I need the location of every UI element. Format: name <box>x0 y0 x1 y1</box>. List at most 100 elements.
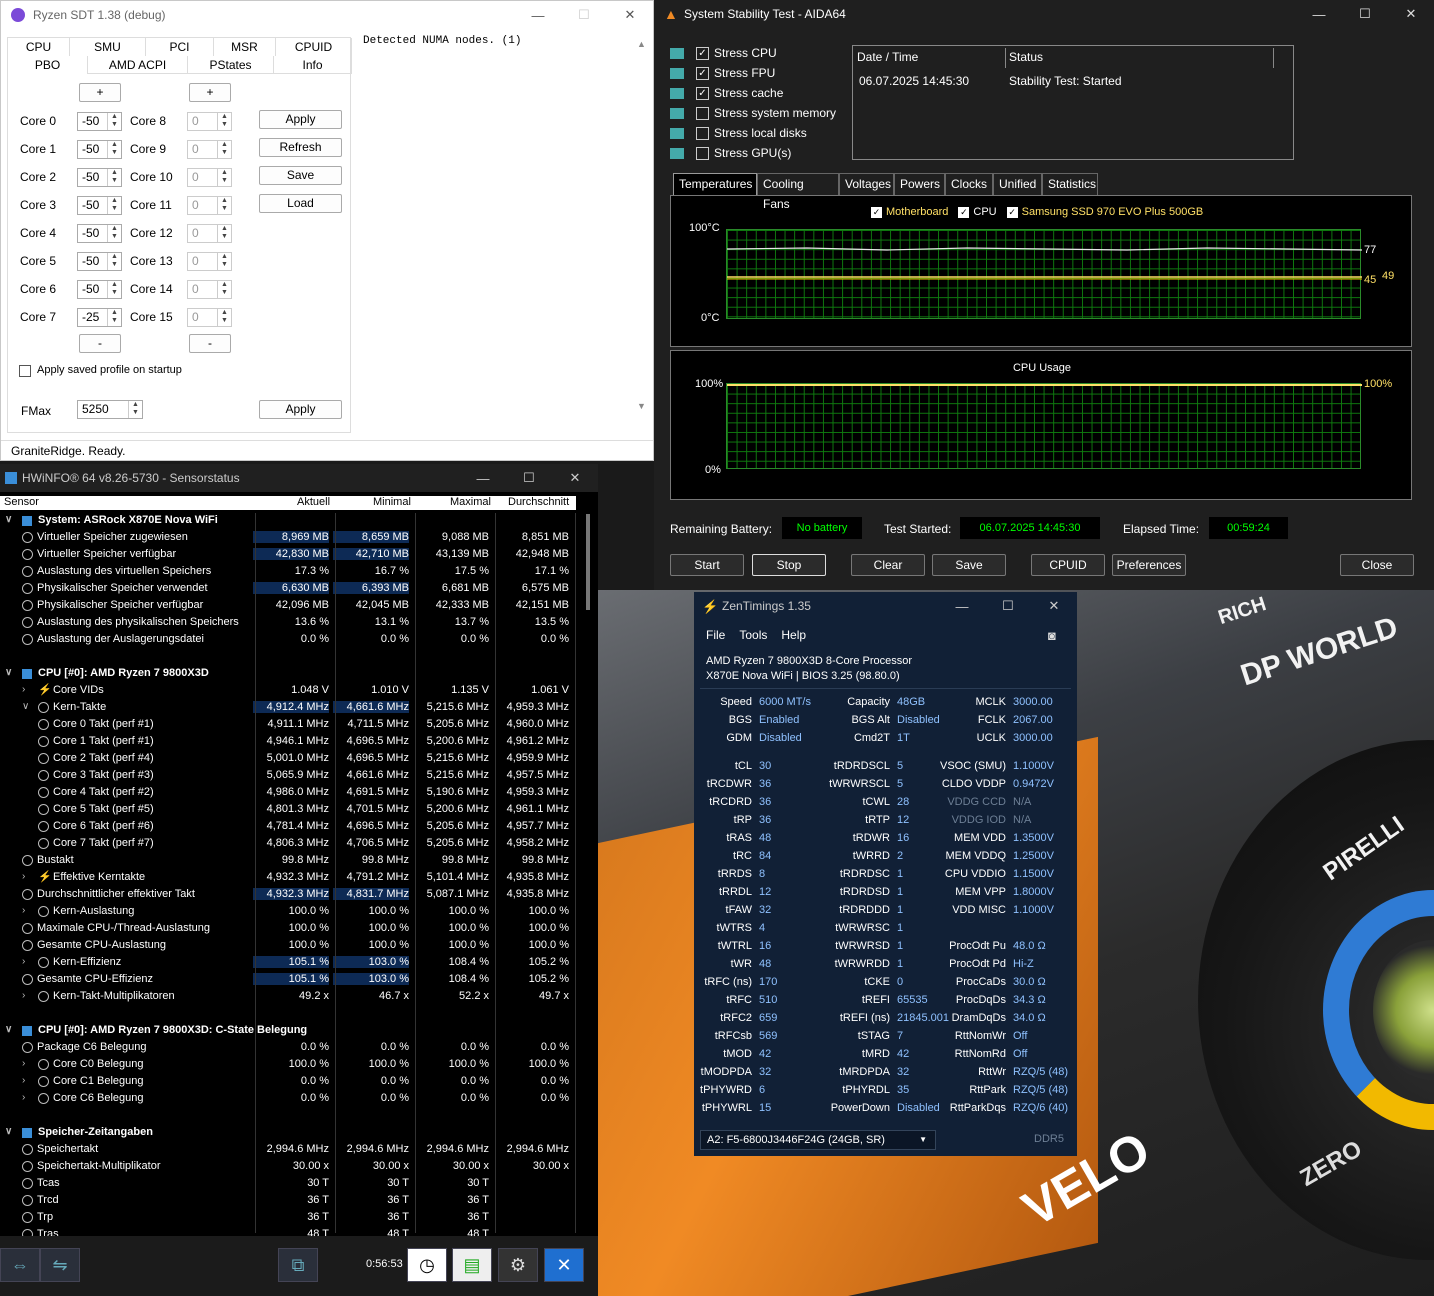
core-offset-spinner[interactable]: -50 ▲ ▼ <box>77 252 122 271</box>
decrement-all-button-left[interactable]: - <box>79 334 121 353</box>
menu-help[interactable]: Help <box>781 628 806 642</box>
maximize-icon[interactable]: ☐ <box>985 592 1031 620</box>
apply-button[interactable]: Apply <box>259 110 342 129</box>
save-button[interactable]: Save <box>259 166 342 185</box>
apply-startup-checkbox[interactable] <box>19 365 31 377</box>
stop-button[interactable]: Stop <box>752 554 826 576</box>
sensor-group-header[interactable]: ∨ CPU [#0]: AMD Ryzen 7 9800X3D <box>0 666 576 683</box>
sensor-row[interactable]: Virtueller Speicher verfügbar 42,830 MB 42… <box>0 547 576 564</box>
tab-pstates[interactable]: PStates <box>188 56 274 74</box>
save-button[interactable]: Save <box>932 554 1006 576</box>
sensor-row[interactable]: Core 3 Takt (perf #3) 5,065.9 MHz 4,661.6 … <box>0 768 576 785</box>
core-offset-spinner[interactable]: 0 ▲ ▼ <box>187 140 232 159</box>
sensor-row[interactable]: › ⚡ Core VIDs 1.048 V 1.010 V 1.135 V 1.061 V <box>0 683 576 700</box>
sensor-row[interactable]: Auslastung des virtuellen Speichers 17.3 … <box>0 564 576 581</box>
core-offset-spinner[interactable]: 0 ▲ ▼ <box>187 196 232 215</box>
menu-tools[interactable]: Tools <box>739 628 767 642</box>
collapse-chevron-icon[interactable]: ∨ <box>22 701 29 712</box>
spinner-arrows-icon[interactable]: ▲ ▼ <box>128 401 142 418</box>
core-offset-spinner[interactable]: 0 ▲ ▼ <box>187 308 232 327</box>
spinner-arrows-icon[interactable]: ▲ ▼ <box>107 141 121 158</box>
sensor-row[interactable]: Physikalischer Speicher verwendet 6,630 M… <box>0 581 576 598</box>
sensor-row[interactable]: Maximale CPU-/Thread-Auslastung 100.0 % 10… <box>0 921 576 938</box>
close-button[interactable]: Close <box>1340 554 1414 576</box>
scrollbar-thumb[interactable] <box>586 514 590 610</box>
stress-option[interactable]: Stress GPU(s) <box>670 146 791 160</box>
sensor-group-header[interactable]: ∨ Speicher-Zeitangaben <box>0 1125 576 1142</box>
sensor-row[interactable]: Gesamte CPU-Effizienz 105.1 % 103.0 % 108.4… <box>0 972 576 989</box>
spinner-arrows-icon[interactable]: ▲ ▼ <box>217 253 231 270</box>
core-offset-spinner[interactable]: 0 ▲ ▼ <box>187 224 232 243</box>
core-offset-spinner[interactable]: 0 ▲ ▼ <box>187 252 232 271</box>
spinner-arrows-icon[interactable]: ▲ ▼ <box>217 225 231 242</box>
increment-all-button-right[interactable]: + <box>189 83 231 102</box>
clock-icon[interactable]: ◷ <box>407 1248 447 1282</box>
sensor-row[interactable]: › ⚡ Effektive Kerntakte 4,932.3 MHz 4,791.2 … <box>0 870 576 887</box>
sensor-row[interactable]: Core 0 Takt (perf #1) 4,911.1 MHz 4,711.5 … <box>0 717 576 734</box>
sensor-row[interactable]: Bustakt 99.8 MHz 99.8 MHz 99.8 MHz 99.8 MHz <box>0 853 576 870</box>
load-button[interactable]: Load <box>259 194 342 213</box>
expand-chevron-icon[interactable]: › <box>22 1058 25 1069</box>
log-file-icon[interactable]: ▤ <box>452 1248 492 1282</box>
stress-checkbox[interactable]: ✓ <box>696 66 709 80</box>
legend-cpu[interactable]: ✓ CPU <box>958 206 997 218</box>
spinner-arrows-icon[interactable]: ▲ ▼ <box>217 281 231 298</box>
spinner-arrows-icon[interactable]: ▲ ▼ <box>107 281 121 298</box>
increment-all-button-left[interactable]: + <box>79 83 121 102</box>
start-button[interactable]: Start <box>670 554 744 576</box>
camera-icon[interactable]: ◙ <box>1048 628 1056 643</box>
scroll-up-icon[interactable]: ▲ <box>637 39 646 49</box>
core-offset-spinner[interactable]: -50 ▲ ▼ <box>77 140 122 159</box>
stress-option[interactable]: ✓ Stress FPU <box>670 66 775 80</box>
sensor-row[interactable]: Tcas 30 T 30 T 30 T <box>0 1176 576 1193</box>
collapse-icon[interactable]: ⇋ <box>40 1248 80 1282</box>
sensor-row[interactable]: › Kern-Effizienz 105.1 % 103.0 % 108.4 % 105.… <box>0 955 576 972</box>
close-icon[interactable]: ✕ <box>607 1 653 29</box>
spinner-arrows-icon[interactable]: ▲ ▼ <box>217 141 231 158</box>
close-icon[interactable]: ✕ <box>1031 592 1077 620</box>
tab-msr[interactable]: MSR <box>214 38 276 56</box>
core-offset-spinner[interactable]: 0 ▲ ▼ <box>187 112 232 131</box>
sensor-row[interactable]: Physikalischer Speicher verfügbar 42,096 … <box>0 598 576 615</box>
core-offset-spinner[interactable]: 0 ▲ ▼ <box>187 280 232 299</box>
spinner-arrows-icon[interactable]: ▲ ▼ <box>107 169 121 186</box>
settings-gear-icon[interactable]: ⚙ <box>498 1248 538 1282</box>
tab-amd-acpi[interactable]: AMD ACPI <box>88 56 188 74</box>
col-current[interactable]: Aktuell <box>297 496 330 508</box>
spinner-arrows-icon[interactable]: ▲ ▼ <box>107 253 121 270</box>
sensor-group-header[interactable]: ∨ System: ASRock X870E Nova WiFi <box>0 513 576 530</box>
spinner-arrows-icon[interactable]: ▲ ▼ <box>217 169 231 186</box>
stress-option[interactable]: ✓ Stress CPU <box>670 46 777 60</box>
stress-option[interactable]: Stress local disks <box>670 126 807 140</box>
sensor-row[interactable]: Core 7 Takt (perf #7) 4,806.3 MHz 4,706.5 … <box>0 836 576 853</box>
spinner-arrows-icon[interactable]: ▲ ▼ <box>217 309 231 326</box>
sensor-row[interactable]: › Kern-Auslastung 100.0 % 100.0 % 100.0 % 100… <box>0 904 576 921</box>
tab-pci[interactable]: PCI <box>146 38 214 56</box>
core-offset-spinner[interactable]: 0 ▲ ▼ <box>187 168 232 187</box>
sensor-row[interactable]: › Core C0 Belegung 100.0 % 100.0 % 100.0 % 10… <box>0 1057 576 1074</box>
sensor-row[interactable]: Package C6 Belegung 0.0 % 0.0 % 0.0 % 0.0 % <box>0 1040 576 1057</box>
spinner-arrows-icon[interactable]: ▲ ▼ <box>107 197 121 214</box>
memory-module-select[interactable]: A2: F5-6800J3446F24G (24GB, SR) ▼ <box>700 1130 936 1150</box>
decrement-all-button-right[interactable]: - <box>189 334 231 353</box>
collapse-chevron-icon[interactable]: ∨ <box>5 514 12 525</box>
collapse-chevron-icon[interactable]: ∨ <box>5 1126 12 1137</box>
tab-info[interactable]: Info <box>274 56 352 74</box>
close-x-icon[interactable]: ✕ <box>544 1248 584 1282</box>
stress-checkbox[interactable] <box>696 106 709 120</box>
sensor-row[interactable]: Core 1 Takt (perf #1) 4,946.1 MHz 4,696.5 … <box>0 734 576 751</box>
core-offset-spinner[interactable]: -50 ▲ ▼ <box>77 168 122 187</box>
core-offset-spinner[interactable]: -50 ▲ ▼ <box>77 196 122 215</box>
stress-checkbox[interactable]: ✓ <box>696 86 709 100</box>
spinner-arrows-icon[interactable]: ▲ ▼ <box>107 225 121 242</box>
core-offset-spinner[interactable]: -50 ▲ ▼ <box>77 112 122 131</box>
sensor-row[interactable]: ∨ Kern-Takte 4,912.4 MHz 4,661.6 MHz 5,215.6… <box>0 700 576 717</box>
expand-chevron-icon[interactable]: › <box>22 905 25 916</box>
expand-chevron-icon[interactable]: › <box>22 1075 25 1086</box>
stress-checkbox[interactable] <box>696 146 709 160</box>
core-offset-spinner[interactable]: -50 ▲ ▼ <box>77 280 122 299</box>
sensor-row[interactable]: Auslastung des physikalischen Speichers 1… <box>0 615 576 632</box>
minimize-icon[interactable]: — <box>460 464 506 492</box>
minimize-icon[interactable]: — <box>515 1 561 29</box>
preferences-button[interactable]: Preferences <box>1112 554 1186 576</box>
